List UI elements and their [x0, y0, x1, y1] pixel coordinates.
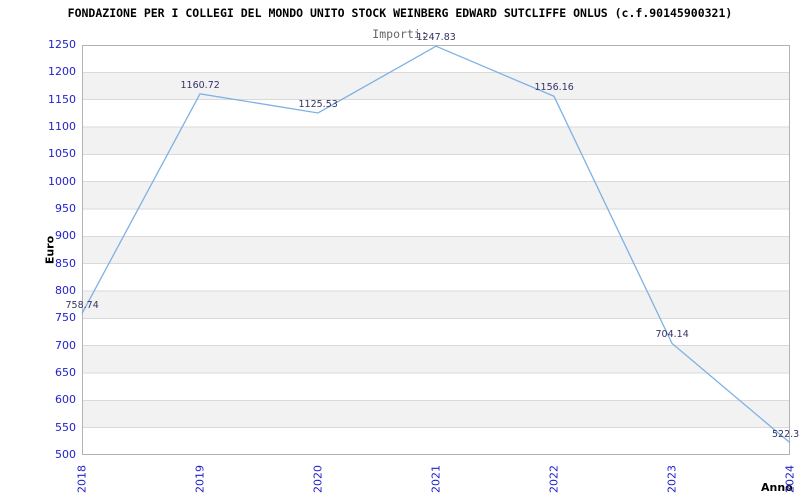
plot-area — [81, 45, 791, 455]
data-point-value-label: 758.74 — [65, 299, 99, 311]
x-tick-label: 2021 — [429, 465, 443, 493]
y-tick-label: 1150 — [48, 92, 76, 106]
y-tick-label: 700 — [55, 338, 76, 352]
x-tick-label: 2020 — [311, 465, 325, 493]
x-tick-label: 2023 — [665, 465, 679, 493]
chart-title: FONDAZIONE PER I COLLEGI DEL MONDO UNITO… — [67, 6, 733, 20]
x-tick-label: 2024 — [783, 465, 797, 493]
data-point-value-label: 522.3 — [772, 428, 800, 440]
data-point-value-label: 704.14 — [655, 329, 689, 341]
line-chart-svg — [81, 45, 791, 455]
y-tick-label: 650 — [55, 366, 76, 379]
chart-canvas: FONDAZIONE PER I COLLEGI DEL MONDO UNITO… — [0, 0, 800, 500]
y-tick-label: 800 — [55, 284, 76, 297]
y-tick-label: 1050 — [48, 147, 76, 161]
data-point-value-label: 1156.16 — [534, 82, 574, 94]
x-tick-label: 2019 — [193, 465, 207, 493]
chart-subtitle: Importi: — [372, 27, 428, 41]
plot-band — [82, 127, 790, 155]
y-tick-label: 1000 — [48, 174, 76, 188]
data-point-value-label: 1247.83 — [416, 32, 456, 44]
plot-band — [82, 345, 790, 373]
y-tick-label: 1100 — [48, 120, 76, 133]
plot-band — [82, 236, 790, 264]
y-tick-label: 1250 — [48, 38, 76, 51]
y-tick-label: 550 — [55, 420, 76, 434]
data-point-value-label: 1160.72 — [180, 79, 220, 91]
plot-band — [82, 181, 790, 209]
y-tick-label: 500 — [55, 448, 76, 461]
x-tick-label: 2018 — [75, 465, 89, 493]
y-tick-label: 850 — [55, 256, 76, 270]
plot-band — [82, 291, 790, 319]
data-point-value-label: 1125.53 — [298, 99, 338, 111]
plot-band — [82, 400, 790, 428]
y-tick-label: 1200 — [48, 65, 76, 79]
y-tick-label: 750 — [55, 311, 76, 325]
y-tick-label: 950 — [55, 202, 76, 215]
y-tick-label: 600 — [55, 393, 76, 407]
y-tick-label: 900 — [55, 229, 76, 243]
x-tick-label: 2022 — [547, 465, 561, 493]
